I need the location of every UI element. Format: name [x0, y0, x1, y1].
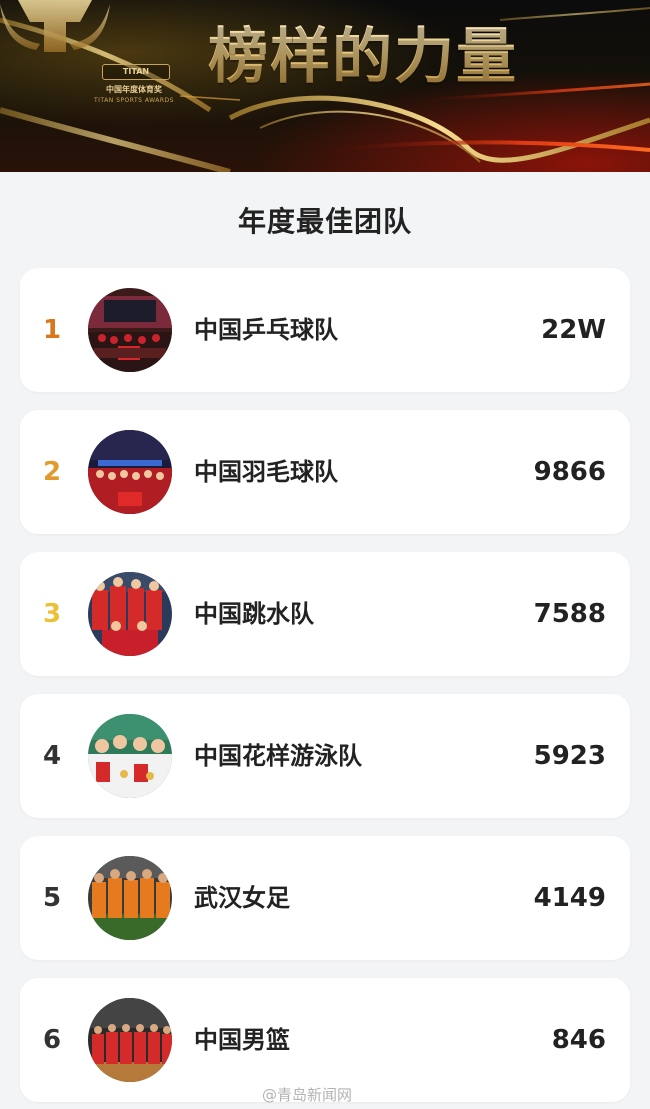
team-name: 中国羽毛球队 — [194, 458, 338, 486]
ranking-item[interactable]: 1 中国乒乓球队 22W — [20, 268, 630, 392]
rank-number: 6 — [42, 1025, 62, 1055]
rank-number: 5 — [42, 883, 62, 913]
header-banner: TITAN 中国年度体育奖 TITAN SPORTS AWARDS 榜样的力量 — [0, 0, 650, 172]
team-avatar — [88, 572, 172, 656]
logo-brand-text: TITAN — [102, 64, 170, 80]
team-avatar — [88, 430, 172, 514]
watermark: @青岛新闻网 — [262, 1086, 353, 1104]
vote-count: 846 — [551, 1025, 606, 1055]
ranking-item[interactable]: 2 中国羽毛球队 9866 — [20, 410, 630, 534]
vote-count: 4149 — [533, 883, 606, 913]
logo-english-text: TITAN SPORTS AWARDS — [94, 97, 174, 104]
vote-count: 22W — [541, 315, 606, 345]
rank-number: 2 — [42, 457, 62, 487]
section-title: 年度最佳团队 — [237, 205, 412, 238]
rank-number: 3 — [42, 599, 62, 629]
team-name: 武汉女足 — [194, 884, 290, 912]
banner-title: 榜样的力量 — [208, 8, 608, 95]
team-name: 中国花样游泳队 — [194, 742, 362, 770]
team-name: 中国乒乓球队 — [194, 316, 338, 344]
team-avatar — [88, 714, 172, 798]
ranking-item[interactable]: 5 武汉女足 4149 — [20, 836, 630, 960]
team-avatar — [88, 998, 172, 1082]
team-avatar — [88, 288, 172, 372]
team-name: 中国跳水队 — [194, 600, 314, 628]
rank-number: 4 — [42, 741, 62, 771]
ranking-item[interactable]: 4 中国花样游泳队 5923 — [20, 694, 630, 818]
vote-count: 9866 — [533, 457, 606, 487]
rank-number: 1 — [42, 315, 62, 345]
vote-count: 7588 — [533, 599, 606, 629]
ranking-item[interactable]: 3 中国跳水队 7588 — [20, 552, 630, 676]
vote-count: 5923 — [533, 741, 606, 771]
team-avatar — [88, 856, 172, 940]
logo-chinese-text: 中国年度体育奖 — [106, 85, 162, 94]
